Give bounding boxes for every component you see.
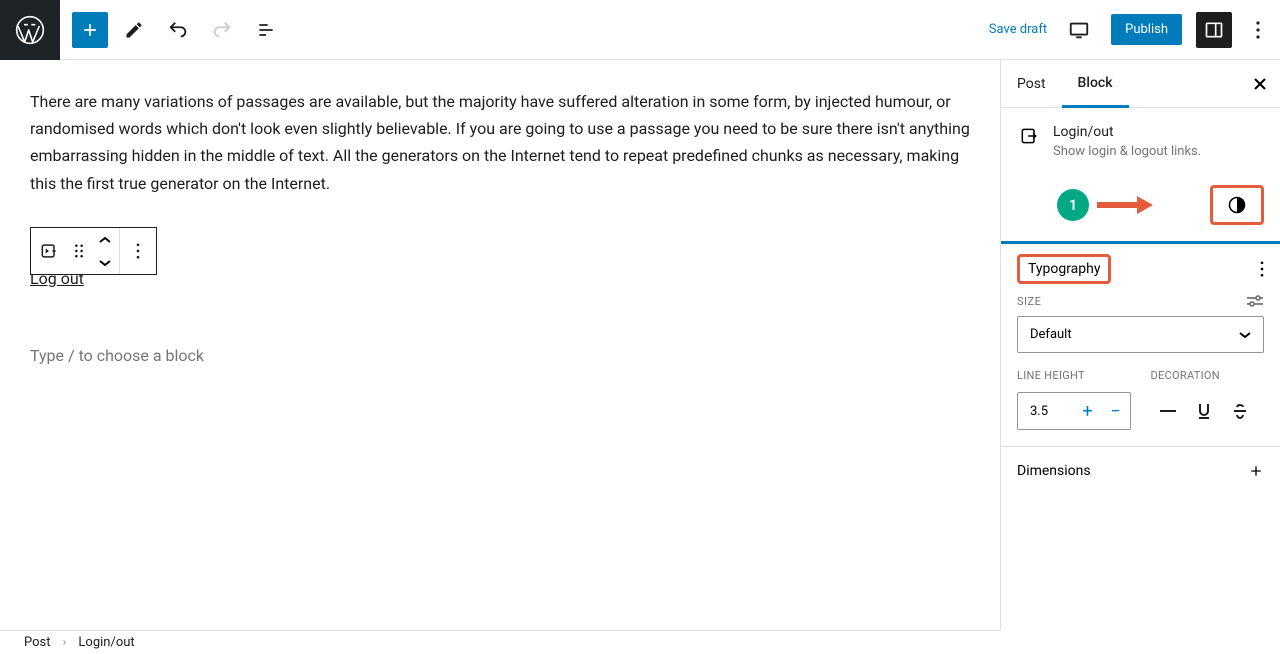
editor-topbar: Save draft Publish: [0, 0, 1280, 60]
save-draft-link[interactable]: Save draft: [989, 22, 1047, 37]
editor-main: There are many variations of passages ar…: [0, 60, 1280, 630]
block-description: Show login & logout links.: [1053, 144, 1201, 159]
annotation-marker: 1: [1057, 189, 1155, 221]
increment-icon[interactable]: +: [1074, 393, 1102, 429]
tab-block[interactable]: Block: [1062, 61, 1129, 108]
paragraph-block[interactable]: There are many variations of passages ar…: [30, 88, 970, 197]
wordpress-logo[interactable]: [0, 0, 60, 60]
size-settings-icon[interactable]: [1246, 294, 1264, 308]
preview-icon[interactable]: [1061, 12, 1097, 48]
editor-canvas[interactable]: There are many variations of passages ar…: [0, 60, 1000, 630]
size-label: Size: [1017, 295, 1041, 308]
line-height-stepper[interactable]: 3.5 + −: [1017, 392, 1131, 430]
plus-icon[interactable]: [1248, 463, 1264, 479]
typography-panel: Typography Size Default Line Height: [1001, 244, 1280, 447]
toolbar-left: [60, 12, 284, 48]
publish-button[interactable]: Publish: [1111, 14, 1182, 45]
line-height-value: 3.5: [1018, 404, 1074, 419]
decrement-icon[interactable]: −: [1102, 393, 1130, 429]
font-size-select[interactable]: Default: [1017, 316, 1264, 353]
styles-tab-button[interactable]: [1210, 185, 1264, 225]
settings-sidebar: Post Block Login/out Show login & logout…: [1000, 60, 1280, 630]
typography-heading: Typography: [1017, 254, 1111, 284]
block-appender[interactable]: Type / to choose a block: [30, 346, 970, 365]
block-title: Login/out: [1053, 124, 1201, 140]
undo-icon[interactable]: [160, 12, 196, 48]
drag-handle-icon[interactable]: [67, 244, 91, 258]
tab-post[interactable]: Post: [1001, 60, 1062, 107]
decoration-strikethrough-icon[interactable]: [1223, 392, 1257, 430]
arrow-right-icon: [1095, 194, 1155, 216]
dimensions-panel[interactable]: Dimensions: [1001, 447, 1280, 495]
move-up-icon[interactable]: [91, 228, 119, 251]
sidebar-tabs: Post Block: [1001, 60, 1280, 108]
block-more-icon[interactable]: [120, 228, 156, 274]
style-tab-row: 1: [1001, 175, 1280, 244]
block-type-icon[interactable]: [31, 228, 67, 274]
breadcrumb-footer: Post › Login/out: [0, 630, 1000, 654]
annotation-badge: 1: [1057, 189, 1089, 221]
settings-sidebar-toggle[interactable]: [1196, 12, 1232, 48]
decoration-label: Decoration: [1151, 369, 1265, 382]
more-options-icon[interactable]: [1246, 12, 1270, 48]
move-down-icon[interactable]: [91, 251, 119, 274]
add-block-button[interactable]: [72, 12, 108, 48]
block-info: Login/out Show login & logout links.: [1001, 108, 1280, 175]
line-height-label: Line Height: [1017, 369, 1131, 382]
typography-options-icon[interactable]: [1260, 261, 1264, 277]
decoration-underline-icon[interactable]: [1187, 392, 1221, 430]
redo-icon[interactable]: [204, 12, 240, 48]
decoration-none-icon[interactable]: [1151, 392, 1185, 430]
edit-mode-icon[interactable]: [116, 12, 152, 48]
chevron-down-icon: [1239, 331, 1251, 339]
document-outline-icon[interactable]: [248, 12, 284, 48]
login-out-icon: [1017, 126, 1041, 159]
font-size-value: Default: [1030, 327, 1072, 342]
breadcrumb-post[interactable]: Post: [24, 635, 51, 650]
breadcrumb-separator: ›: [63, 635, 67, 650]
move-block: [91, 228, 119, 274]
dimensions-heading: Dimensions: [1017, 463, 1091, 479]
close-sidebar-icon[interactable]: [1240, 77, 1280, 91]
block-toolbar: [30, 227, 157, 275]
breadcrumb-current[interactable]: Login/out: [78, 635, 134, 650]
toolbar-right: Save draft Publish: [989, 12, 1280, 48]
